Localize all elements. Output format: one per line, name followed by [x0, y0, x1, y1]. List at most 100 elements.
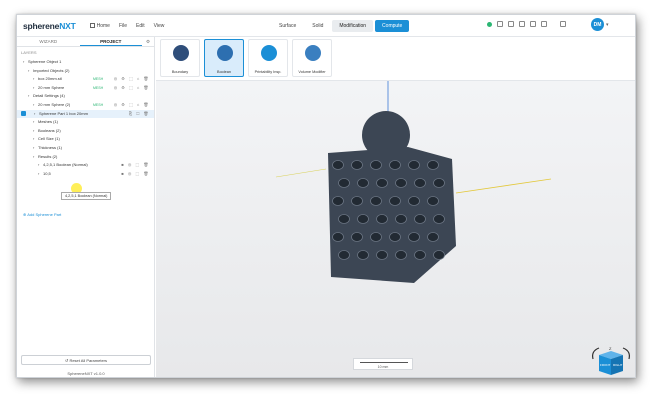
tree-row[interactable]: › 4,2,5,1 Boolean (Normal) ■ ◎ ⬚ 🗑 [17, 161, 154, 170]
layer-tree: › Spherene Object 1 › Imported Objects (2) ›… [17, 58, 154, 178]
tree-row[interactable]: › Spherene Part 1 box 20mm ⎘ ⬚ 🗑 [17, 109, 154, 119]
lattice-hole [376, 214, 388, 224]
view-cube-front-label: FRONT [600, 363, 610, 367]
tooltip: 4,2,5,1 Boolean (Normal) [61, 192, 112, 200]
compute-button[interactable]: Compute [375, 20, 410, 32]
lattice-hole [427, 232, 439, 242]
tree-row[interactable]: › 20 mm Sphere MESH ◎ ⚙ ⬚ ⌂ 🗑 [17, 84, 154, 93]
tree-row[interactable]: › Thickness (1) [17, 144, 154, 153]
chevron-right-icon[interactable]: › [33, 75, 34, 84]
layers-heading: LAYERS [21, 50, 37, 55]
lattice-hole [408, 196, 420, 206]
menu-home[interactable]: Home [89, 22, 110, 29]
mode-solid[interactable]: Solid [305, 20, 330, 32]
app-logo: sphereneNXT [23, 20, 76, 31]
tree-row[interactable]: › Spherene Object 1 [17, 58, 154, 67]
notification-icon[interactable] [530, 21, 536, 27]
mode-modification[interactable]: Modification [332, 20, 374, 32]
row-action-icons[interactable]: ⎘ ⬚ 🗑 [129, 110, 150, 119]
tree-row[interactable]: › box 20mm.stl MESH ◎ ⚙ ⬚ ⌂ 🗑 [17, 75, 154, 84]
panel-settings-icon[interactable]: ⚙ [142, 37, 154, 46]
tree-row-label: Spherene Object 1 [28, 59, 62, 64]
x-axis-line-right [455, 178, 552, 194]
modification-toolstrip: Boundary Boolean Printability Insp. Volu… [156, 37, 635, 81]
lattice-hole [395, 214, 407, 224]
tab-wizard[interactable]: WIZARD [17, 37, 80, 46]
link-icon[interactable] [508, 21, 514, 27]
row-action-icons[interactable]: ■ ◎ ⬚ 🗑 [121, 161, 150, 170]
chevron-right-icon[interactable]: › [38, 170, 39, 179]
tree-row-label: Detail Settings (4) [33, 93, 65, 99]
tree-row[interactable]: › Booleans (2) [17, 127, 154, 136]
lattice-hole [357, 214, 369, 224]
tree-row[interactable]: › 10,5 ■ ◎ ⬚ 🗑 [17, 170, 154, 179]
user-avatar[interactable]: DM [591, 18, 604, 31]
chevron-right-icon[interactable]: › [28, 92, 29, 101]
3d-viewport[interactable] [156, 81, 635, 377]
chevron-right-icon[interactable]: › [33, 127, 34, 136]
tree-row[interactable]: › 20 mm Sphere (2) MESH ◎ ⚙ ⬚ ⌂ 🗑 [17, 101, 154, 110]
home-icon [89, 22, 95, 28]
scene-svg [275, 81, 552, 283]
row-action-icons[interactable]: ◎ ⚙ ⬚ ⌂ 🗑 [114, 75, 150, 84]
scale-bar: 10 mm [353, 358, 413, 370]
tree-row[interactable]: › Results (2) [17, 153, 154, 162]
window-icon[interactable] [519, 21, 525, 27]
lattice-hole [408, 160, 420, 170]
tree-row[interactable]: › Detail Settings (4) [17, 92, 154, 101]
tool-boolean[interactable]: Boolean [204, 39, 244, 77]
settings-icon[interactable] [541, 21, 547, 27]
chevron-right-icon[interactable]: › [33, 118, 34, 127]
chevron-right-icon[interactable]: › [23, 58, 24, 67]
rotate-left-icon[interactable] [592, 347, 600, 360]
row-action-icons[interactable]: ◎ ⚙ ⬚ ⌂ 🗑 [114, 84, 150, 93]
view-cube[interactable]: Z FRONT RIGHT [589, 345, 633, 378]
menu-edit[interactable]: Edit [136, 23, 145, 29]
tree-row[interactable]: › Meshes (1) [17, 118, 154, 127]
chevron-right-icon[interactable]: › [33, 84, 34, 93]
lattice-hole [414, 214, 426, 224]
tool-boundary[interactable]: Boundary [160, 39, 200, 77]
scale-bar-line [360, 362, 408, 363]
chevron-right-icon[interactable]: › [33, 153, 34, 162]
checkbox-icon[interactable] [21, 111, 26, 117]
help-icon[interactable] [560, 21, 566, 27]
chevron-right-icon[interactable]: › [33, 135, 34, 144]
chevron-right-icon[interactable]: › [34, 110, 35, 119]
tree-row[interactable]: › Imported Objects (2) [17, 67, 154, 76]
reset-all-parameters-button[interactable]: ↺ Reset All Parameters [21, 355, 151, 365]
lattice-hole [370, 196, 382, 206]
add-spherene-part-button[interactable]: ⊕ Add Spherene Part [23, 212, 61, 217]
rotate-right-icon[interactable] [622, 347, 630, 360]
lattice-hole [332, 160, 344, 170]
lattice-hole [395, 178, 407, 188]
tree-row[interactable]: › Cell Size (1) [17, 135, 154, 144]
lattice-hole [389, 232, 401, 242]
chevron-down-icon[interactable]: ▾ [606, 22, 609, 28]
tool-volume-modifier[interactable]: Volume Modifier [292, 39, 332, 77]
chevron-right-icon[interactable]: › [38, 161, 39, 170]
mode-switcher: Surface Solid Modification Compute [272, 20, 410, 32]
lattice-hole [351, 160, 363, 170]
menu-view[interactable]: View [154, 23, 165, 29]
mode-surface[interactable]: Surface [272, 20, 303, 32]
lattice-hole [433, 214, 445, 224]
tab-project[interactable]: PROJECT [79, 37, 142, 46]
row-action-icons[interactable]: ◎ ⚙ ⬚ ⌂ 🗑 [114, 101, 150, 110]
chevron-right-icon[interactable]: › [28, 67, 29, 76]
tree-row-label: Thickness (1) [38, 144, 63, 150]
chevron-right-icon[interactable]: › [33, 144, 34, 153]
main-menu: Home File Edit View [89, 22, 165, 29]
lattice-hole [357, 178, 369, 188]
row-action-icons[interactable]: ■ ◎ ⬚ 🗑 [121, 170, 150, 179]
chevron-right-icon[interactable]: › [33, 101, 34, 110]
undo-icon[interactable] [497, 21, 503, 27]
lattice-hole [376, 178, 388, 188]
view-cube-z-label: Z [609, 346, 612, 351]
lattice-hole [427, 160, 439, 170]
lattice-hole [376, 250, 388, 260]
lattice-hole [351, 232, 363, 242]
lattice-hole [370, 232, 382, 242]
tool-printability-insp[interactable]: Printability Insp. [248, 39, 288, 77]
menu-file[interactable]: File [119, 23, 127, 29]
